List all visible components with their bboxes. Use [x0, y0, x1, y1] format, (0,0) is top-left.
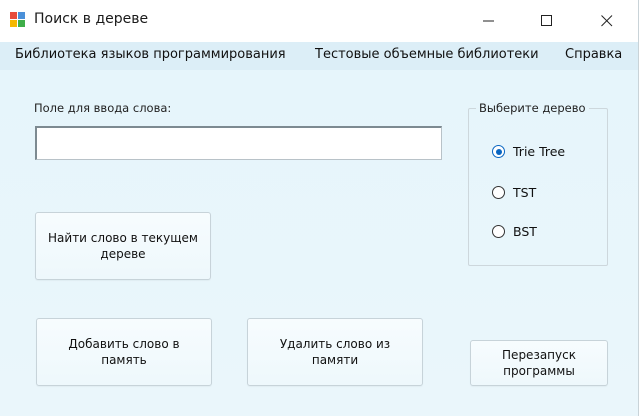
close-button[interactable] — [584, 0, 630, 42]
tree-select-group — [468, 108, 608, 266]
app-icon — [10, 12, 25, 27]
radio-bst[interactable]: BST — [492, 224, 537, 239]
word-input-label: Поле для ввода слова: — [34, 101, 172, 115]
menu-bar: Библиотека языков программирования Тесто… — [0, 42, 638, 70]
restart-button[interactable]: Перезапуск программы — [470, 340, 608, 386]
window-title: Поиск в дереве — [34, 11, 149, 27]
close-icon — [601, 15, 613, 27]
minimize-icon — [483, 20, 494, 22]
tree-select-group-title: Выберите дерево — [476, 101, 589, 115]
delete-word-button[interactable]: Удалить слово из памяти — [247, 318, 423, 386]
radio-trie-tree[interactable]: Trie Tree — [492, 144, 565, 159]
minimize-button[interactable] — [466, 0, 512, 42]
find-word-button[interactable]: Найти слово в текущем дереве — [35, 212, 211, 280]
radio-tst[interactable]: TST — [492, 185, 536, 200]
radio-label-tst: TST — [513, 185, 537, 200]
maximize-icon — [541, 15, 552, 26]
radio-unchecked-icon — [492, 186, 505, 199]
radio-checked-icon — [492, 145, 505, 158]
add-word-button[interactable]: Добавить слово в память — [36, 318, 212, 386]
title-bar: Поиск в дереве — [0, 0, 638, 42]
radio-unchecked-icon — [492, 225, 505, 238]
maximize-button[interactable] — [524, 0, 570, 42]
menu-item-help[interactable]: Справка — [565, 47, 622, 62]
word-input[interactable] — [35, 126, 442, 160]
form-content: Поле для ввода слова: Выберите дерево Tr… — [0, 70, 638, 416]
menu-item-language-library[interactable]: Библиотека языков программирования — [15, 47, 286, 62]
menu-item-test-libraries[interactable]: Тестовые объемные библиотеки — [315, 47, 539, 62]
radio-label-trie-tree: Trie Tree — [513, 144, 566, 159]
app-window: Поиск в дереве Библиотека языков програм… — [0, 0, 639, 416]
radio-label-bst: BST — [513, 224, 537, 239]
